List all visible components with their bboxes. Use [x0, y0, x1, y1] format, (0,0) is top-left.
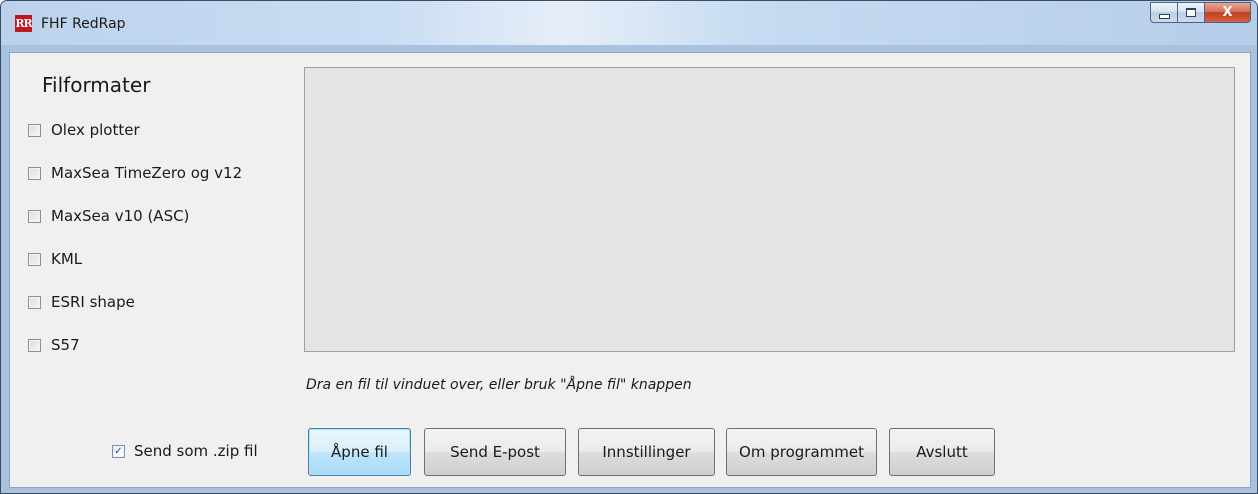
format-option-label: S57: [51, 336, 80, 354]
zip-option[interactable]: ✓ Send som .zip fil: [112, 442, 258, 460]
s57-checkbox[interactable]: [28, 338, 41, 352]
format-option-label: ESRI shape: [51, 293, 135, 311]
checkmark-icon: ✓: [114, 445, 123, 457]
esri-shape-checkbox[interactable]: [28, 295, 41, 309]
format-option-olex[interactable]: Olex plotter: [28, 120, 140, 140]
close-icon: X: [1222, 5, 1233, 20]
exit-button[interactable]: Avslutt: [889, 428, 995, 476]
settings-button[interactable]: Innstillinger: [578, 428, 715, 476]
maximize-button[interactable]: [1177, 2, 1204, 23]
maxsea-timezero-checkbox[interactable]: [28, 166, 41, 180]
format-option-maxsea-timezero[interactable]: MaxSea TimeZero og v12: [28, 163, 242, 183]
formats-heading: Filformater: [42, 73, 151, 97]
app-icon: RR: [15, 15, 33, 32]
olex-checkbox[interactable]: [28, 123, 41, 137]
drop-hint-text: Dra en fil til vinduet over, eller bruk …: [306, 377, 692, 393]
zip-checkbox[interactable]: ✓: [112, 444, 125, 458]
format-option-s57[interactable]: S57: [28, 335, 80, 355]
maxsea-v10-checkbox[interactable]: [28, 209, 41, 223]
caption-buttons: X: [1150, 2, 1251, 23]
format-option-esri-shape[interactable]: ESRI shape: [28, 292, 135, 312]
title-bar[interactable]: RR FHF RedRap X: [1, 1, 1257, 45]
close-button[interactable]: X: [1204, 2, 1251, 23]
minimize-icon: [1158, 13, 1170, 19]
file-drop-area[interactable]: [304, 67, 1235, 352]
maximize-icon: [1186, 8, 1196, 17]
app-window: RR FHF RedRap X Filformater Olex plotter…: [0, 0, 1258, 494]
format-option-label: MaxSea TimeZero og v12: [51, 164, 243, 182]
format-option-label: Olex plotter: [51, 121, 140, 139]
window-title: FHF RedRap: [41, 16, 126, 32]
send-email-button[interactable]: Send E-post: [424, 428, 566, 476]
format-option-label: MaxSea v10 (ASC): [51, 207, 190, 225]
zip-option-label: Send som .zip fil: [134, 442, 258, 460]
client-area: Filformater Olex plotter MaxSea TimeZero…: [9, 52, 1251, 488]
format-option-label: KML: [51, 250, 83, 268]
open-file-button[interactable]: Åpne fil: [308, 428, 411, 476]
format-option-kml[interactable]: KML: [28, 249, 82, 269]
minimize-button[interactable]: [1150, 2, 1177, 23]
kml-checkbox[interactable]: [28, 252, 41, 266]
format-option-maxsea-v10[interactable]: MaxSea v10 (ASC): [28, 206, 189, 226]
about-button[interactable]: Om programmet: [726, 428, 877, 476]
